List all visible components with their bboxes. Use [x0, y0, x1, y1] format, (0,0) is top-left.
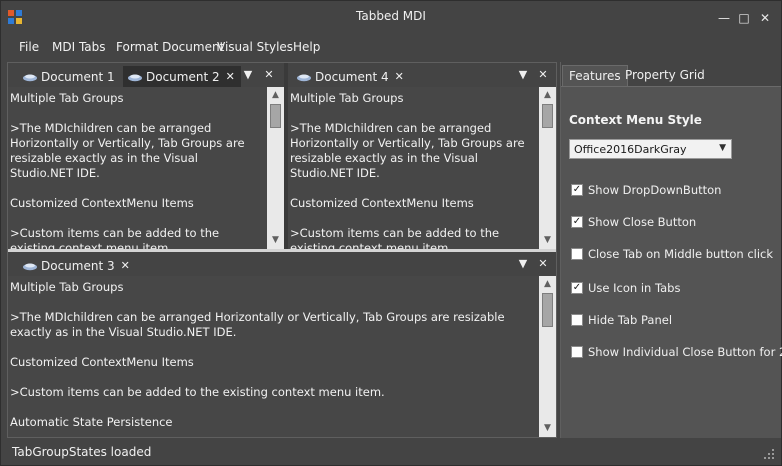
close-icon[interactable]: ✕ [226, 70, 235, 83]
select-value: Office2016DarkGray [574, 143, 687, 156]
chevron-down-icon[interactable]: ▼ [240, 67, 256, 83]
document-tab-icon [128, 74, 142, 81]
option-show-close-button[interactable]: ✓ Show Close Button [571, 214, 696, 230]
tab-label: Document 3 [41, 258, 115, 273]
chevron-down-icon[interactable]: ▼ [515, 67, 531, 83]
close-icon[interactable]: ✕ [261, 67, 277, 83]
document-text: Multiple Tab Groups >The MDIchildren can… [10, 91, 245, 249]
option-use-icon-in-tabs[interactable]: ✓ Use Icon in Tabs [571, 280, 680, 296]
maximize-button[interactable]: □ [733, 9, 755, 27]
minimize-button[interactable]: — [713, 9, 735, 27]
close-icon[interactable]: ✕ [121, 259, 130, 272]
features-body: Context Menu Style Office2016DarkGray ▼ … [561, 86, 782, 438]
document-tab-icon [297, 74, 311, 81]
tab-group-3: Document 3 ✕ ▼ ✕ Multiple Tab Groups >Th… [8, 252, 556, 437]
title-bar: Tabbed MDI — □ ✕ [1, 1, 781, 34]
close-icon[interactable]: ✕ [535, 256, 551, 272]
menu-visual-styles[interactable]: Visual Styles [217, 40, 293, 54]
option-individual-close-button[interactable]: Show Individual Close Button for 2,4 [571, 344, 782, 360]
option-close-tab-middle-click[interactable]: Close Tab on Middle button click [571, 246, 773, 262]
tab-document-4[interactable]: Document 4 ✕ [292, 66, 410, 87]
scroll-down-icon[interactable]: ▼ [267, 233, 284, 248]
menu-help[interactable]: Help [293, 40, 320, 54]
tab-label: Document 1 [41, 69, 115, 84]
document-text: Multiple Tab Groups >The MDIchildren can… [10, 280, 505, 429]
document-text: Multiple Tab Groups >The MDIchildren can… [290, 91, 525, 249]
scroll-thumb[interactable] [542, 104, 553, 128]
close-window-button[interactable]: ✕ [754, 9, 776, 27]
checkbox[interactable]: ✓ [571, 184, 583, 196]
option-label: Hide Tab Panel [588, 313, 673, 327]
tab-group-2: Document 4 ✕ ▼ ✕ Multiple Tab Groups >Th… [288, 63, 556, 249]
checkbox[interactable]: ✓ [571, 216, 583, 228]
option-label: Show Close Button [588, 215, 697, 229]
panel-tab-strip: Features Property Grid [561, 62, 781, 86]
option-label: Use Icon in Tabs [588, 281, 681, 295]
tab-features[interactable]: Features [562, 65, 628, 86]
resize-grip-icon[interactable] [763, 448, 775, 460]
scroll-thumb[interactable] [542, 293, 553, 327]
tab-strip: Document 3 ✕ ▼ ✕ [8, 252, 556, 276]
tab-document-3[interactable]: Document 3 ✕ [18, 255, 136, 276]
document-tab-icon [23, 74, 37, 81]
option-label: Show DropDownButton [588, 183, 722, 197]
option-label: Show Individual Close Button for 2,4 [588, 345, 782, 359]
status-bar: TabGroupStates loaded [1, 440, 781, 465]
tab-group-1: Document 1 Document 2 ✕ ▼ ✕ Multiple Tab… [8, 63, 284, 249]
section-title: Context Menu Style [569, 113, 702, 127]
window-title: Tabbed MDI [356, 9, 426, 23]
tab-strip: Document 1 Document 2 ✕ ▼ ✕ [8, 63, 284, 87]
tab-label: Document 4 [315, 69, 389, 84]
close-icon[interactable]: ✕ [395, 70, 404, 83]
menu-mdi-tabs[interactable]: MDI Tabs [52, 40, 106, 54]
checkbox[interactable]: ✓ [571, 282, 583, 294]
document-tab-icon [23, 263, 37, 270]
vertical-scrollbar[interactable]: ▲ ▼ [539, 276, 556, 437]
chevron-down-icon[interactable]: ▼ [515, 256, 531, 272]
tab-strip: Document 4 ✕ ▼ ✕ [288, 63, 556, 87]
status-text: TabGroupStates loaded [12, 445, 152, 459]
document-editor[interactable]: Multiple Tab Groups >The MDIchildren can… [8, 276, 556, 437]
features-panel: Features Property Grid Context Menu Styl… [560, 62, 782, 438]
menu-bar: File MDI Tabs Format Document Visual Sty… [1, 34, 781, 60]
tab-document-1[interactable]: Document 1 [18, 66, 121, 87]
checkbox[interactable] [571, 346, 583, 358]
scroll-up-icon[interactable]: ▲ [539, 88, 556, 103]
menu-file[interactable]: File [19, 40, 39, 54]
option-hide-tab-panel[interactable]: Hide Tab Panel [571, 312, 672, 328]
main-window: Tabbed MDI — □ ✕ File MDI Tabs Format Do… [0, 0, 782, 466]
checkbox[interactable] [571, 248, 583, 260]
menu-format-document[interactable]: Format Document [116, 40, 224, 54]
scroll-thumb[interactable] [270, 104, 281, 128]
vertical-scrollbar[interactable]: ▲ ▼ [267, 87, 284, 249]
tab-property-grid[interactable]: Property Grid [619, 65, 711, 86]
tab-label: Document 2 [146, 69, 220, 84]
option-label: Close Tab on Middle button click [588, 247, 774, 261]
document-editor[interactable]: Multiple Tab Groups >The MDIchildren can… [8, 87, 284, 249]
scroll-down-icon[interactable]: ▼ [539, 233, 556, 248]
mdi-area: Document 1 Document 2 ✕ ▼ ✕ Multiple Tab… [7, 62, 557, 438]
checkbox[interactable] [571, 314, 583, 326]
option-show-dropdown-button[interactable]: ✓ Show DropDownButton [571, 182, 721, 198]
chevron-down-icon: ▼ [719, 143, 726, 153]
scroll-up-icon[interactable]: ▲ [539, 277, 556, 292]
context-menu-style-select[interactable]: Office2016DarkGray ▼ [569, 139, 732, 159]
scroll-down-icon[interactable]: ▼ [539, 421, 556, 436]
tab-document-2[interactable]: Document 2 ✕ [123, 66, 241, 87]
document-editor[interactable]: Multiple Tab Groups >The MDIchildren can… [288, 87, 556, 249]
vertical-scrollbar[interactable]: ▲ ▼ [539, 87, 556, 249]
close-icon[interactable]: ✕ [535, 67, 551, 83]
scroll-up-icon[interactable]: ▲ [267, 88, 284, 103]
